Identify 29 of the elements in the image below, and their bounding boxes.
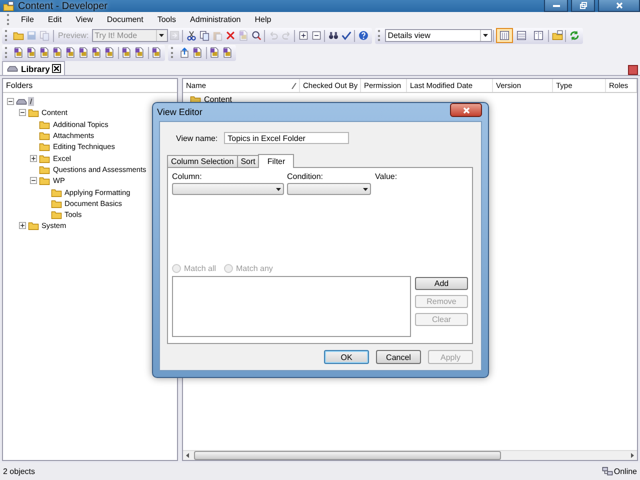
dialog-title: View Editor xyxy=(157,107,202,117)
menu-item[interactable]: File xyxy=(14,15,41,24)
menu-item[interactable]: Help xyxy=(248,15,278,24)
view-dropdown[interactable]: Details view xyxy=(384,29,492,42)
connection-status: Online xyxy=(614,467,637,476)
menu-item[interactable]: Edit xyxy=(40,15,69,24)
menu-item[interactable]: Administration xyxy=(183,15,248,24)
tab-label: Library xyxy=(21,64,50,74)
menu-item[interactable]: View xyxy=(68,15,100,24)
radio-label: Match any xyxy=(236,264,273,273)
field-label: Condition: xyxy=(287,172,324,181)
field-label: Column: xyxy=(172,172,203,181)
dialog-tab[interactable]: Filter xyxy=(258,154,294,168)
menu-item[interactable]: Document xyxy=(100,15,150,24)
panel-header: Folders xyxy=(6,81,33,90)
dialog-button[interactable]: OK xyxy=(324,350,369,364)
library-tab[interactable]: Library xyxy=(2,61,65,75)
window-title: Content - Developer xyxy=(18,0,108,12)
view-name-field[interactable]: Topics in Excel Folder xyxy=(224,132,349,144)
field-label: View name: xyxy=(176,134,218,142)
dialog-button[interactable]: Cancel xyxy=(376,350,421,364)
filter-action-button[interactable]: Add xyxy=(415,277,468,290)
dialog-tab[interactable]: Column Selection xyxy=(167,155,238,167)
object-count: 2 objects xyxy=(3,467,36,476)
table-cell[interactable]: Content xyxy=(204,94,232,104)
radio-label: Match all xyxy=(184,264,216,273)
menu-item[interactable]: Tools xyxy=(150,15,184,24)
field-label: Value: xyxy=(375,172,398,181)
dialog-tab[interactable]: Sort xyxy=(236,155,260,167)
